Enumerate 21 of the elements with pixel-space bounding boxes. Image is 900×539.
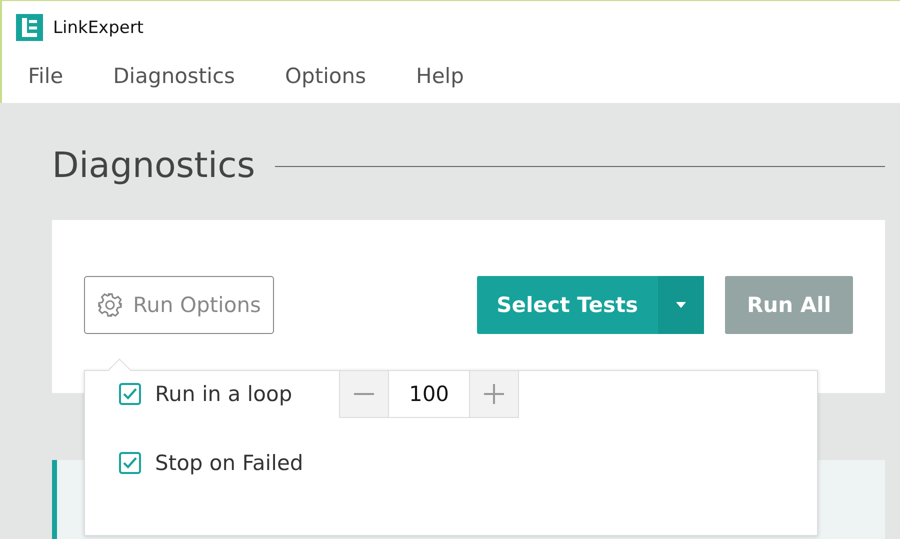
window-title: LinkExpert <box>53 18 144 38</box>
checkbox[interactable] <box>119 452 141 474</box>
settings-icon <box>97 292 123 318</box>
check-icon <box>123 457 137 469</box>
check-icon <box>123 388 137 400</box>
checkbox[interactable] <box>119 383 141 405</box>
menu-item[interactable]: File <box>28 64 64 94</box>
run-options-button[interactable]: Run Options <box>84 276 274 334</box>
plus-button[interactable] <box>470 371 518 417</box>
caret-icon <box>676 302 686 308</box>
page-heading: Diagnostics <box>52 146 256 186</box>
option-label: Stop on Failed <box>155 451 304 475</box>
option-label: Run in a loop <box>155 382 294 406</box>
minus-icon <box>354 393 374 395</box>
menu-item[interactable]: Diagnostics <box>113 64 235 94</box>
menu-item[interactable]: Help <box>416 64 464 94</box>
app-logo-icon <box>16 14 43 41</box>
loop-count-field[interactable]: 100 <box>388 371 470 417</box>
number-stepper[interactable]: 100 <box>339 370 519 418</box>
plus-icon <box>484 384 504 404</box>
menu-item[interactable]: Options <box>285 64 366 94</box>
